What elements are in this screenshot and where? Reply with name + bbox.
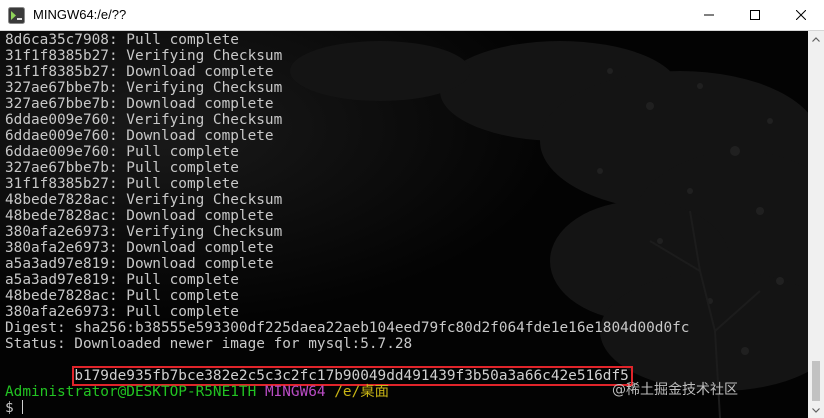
image-id-line: b179de935fb7bce382e2c5c3c2fc17b90049dd49… xyxy=(5,352,689,386)
log-line: 48bede7828ac: Pull complete xyxy=(5,288,239,304)
window-title: MINGW64:/e/?? xyxy=(33,7,127,22)
log-line: 31f1f8385b27: Pull complete xyxy=(5,176,239,192)
log-line: 48bede7828ac: Download complete xyxy=(5,208,274,224)
scroll-thumb[interactable] xyxy=(812,361,820,401)
log-line: 380afa2e6973: Pull complete xyxy=(5,304,239,320)
log-line: 380afa2e6973: Verifying Checksum xyxy=(5,224,283,240)
chevron-up-icon xyxy=(812,36,820,42)
scroll-up-button[interactable] xyxy=(808,31,824,47)
close-button[interactable] xyxy=(778,0,824,30)
log-line: 31f1f8385b27: Verifying Checksum xyxy=(5,48,283,64)
prompt-user-host: Administrator@DESKTOP-R5NE1TH xyxy=(5,384,257,400)
prompt-path: /e/桌面 xyxy=(334,384,390,400)
prompt-line: Administrator@DESKTOP-R5NE1TH MINGW64 /e… xyxy=(5,384,689,400)
log-line: 8d6ca35c7908: Pull complete xyxy=(5,32,239,48)
close-icon xyxy=(796,10,806,20)
scroll-down-button[interactable] xyxy=(808,402,824,418)
text-cursor xyxy=(21,400,23,414)
watermark: @稀土掘金技术社区 xyxy=(612,379,738,399)
minimize-button[interactable] xyxy=(686,0,732,30)
image-id-highlight[interactable]: b179de935fb7bce382e2c5c3c2fc17b90049dd49… xyxy=(72,366,633,386)
vertical-scrollbar[interactable] xyxy=(808,31,824,418)
log-line: 380afa2e6973: Download complete xyxy=(5,240,274,256)
title-bar[interactable]: MINGW64:/e/?? xyxy=(0,0,824,31)
maximize-button[interactable] xyxy=(732,0,778,30)
log-line: a5a3ad97e819: Download complete xyxy=(5,256,274,272)
mingw-terminal-icon xyxy=(8,7,25,24)
log-line: 327ae67bbe7b: Download complete xyxy=(5,96,274,112)
log-line: 327ae67bbe7b: Verifying Checksum xyxy=(5,80,283,96)
terminal-window: MINGW64:/e/?? 8d6ca35c7908: Pull complet… xyxy=(0,0,824,418)
watermark-text: @稀土掘金技术社区 xyxy=(612,382,738,398)
minimize-icon xyxy=(704,14,714,16)
maximize-icon xyxy=(750,10,760,20)
log-line: 327ae67bbe7b: Pull complete xyxy=(5,160,239,176)
status-line: Status: Downloaded newer image for mysql… xyxy=(5,336,413,352)
log-line: 31f1f8385b27: Download complete xyxy=(5,64,274,80)
terminal-lines: 8d6ca35c7908: Pull complete 31f1f8385b27… xyxy=(5,32,689,416)
input-line[interactable]: $ xyxy=(5,400,689,416)
prompt-system: MINGW64 xyxy=(264,384,326,400)
terminal-output[interactable]: 8d6ca35c7908: Pull complete 31f1f8385b27… xyxy=(0,31,808,418)
digest-line: Digest: sha256:b38555e593300df225daea22a… xyxy=(5,320,690,336)
log-line: a5a3ad97e819: Pull complete xyxy=(5,272,239,288)
log-line: 48bede7828ac: Verifying Checksum xyxy=(5,192,283,208)
log-line: 6ddae009e760: Pull complete xyxy=(5,144,239,160)
log-line: 6ddae009e760: Verifying Checksum xyxy=(5,112,283,128)
chevron-down-icon xyxy=(812,407,820,413)
prompt-symbol: $ xyxy=(5,400,14,416)
log-line: 6ddae009e760: Download complete xyxy=(5,128,274,144)
